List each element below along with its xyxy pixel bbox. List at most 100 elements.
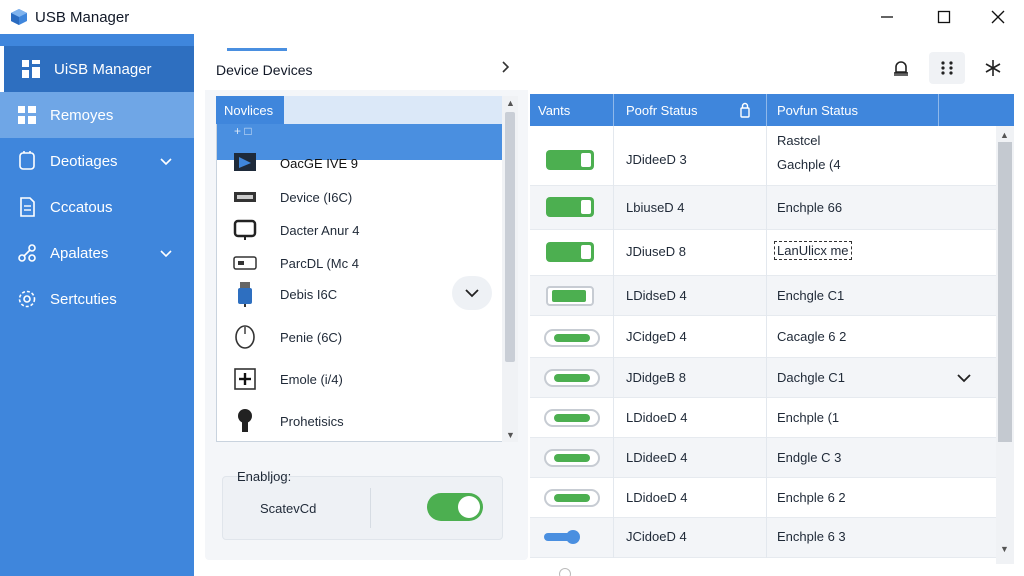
- row-toggle[interactable]: [546, 242, 594, 262]
- power-status-cell-top: Rastcel: [777, 133, 821, 148]
- plus-icon: [232, 366, 258, 392]
- sidebar-item-label: Apalates: [50, 244, 109, 262]
- list-item-label: Device (I6C): [280, 189, 353, 205]
- table-scroll-thumb[interactable]: [998, 142, 1012, 442]
- row-toggle[interactable]: [544, 449, 600, 467]
- row-toggle[interactable]: [546, 286, 594, 306]
- port-status-cell: LDidoeD 4: [626, 410, 688, 425]
- scroll-up-icon[interactable]: ▲: [1000, 130, 1009, 140]
- close-button[interactable]: [975, 0, 1021, 34]
- table-row[interactable]: [530, 230, 996, 276]
- port-status-cell: LDidoeD 4: [626, 490, 688, 505]
- power-status-cell: Endgle C 3: [777, 450, 842, 465]
- enable-label: Enabljog:: [237, 469, 292, 484]
- device-icon: [16, 150, 38, 172]
- column-separator: [766, 94, 767, 126]
- device-list-header: [284, 96, 502, 124]
- column-header-power-status[interactable]: Povfun Status: [777, 94, 858, 126]
- chevron-down-icon[interactable]: [160, 153, 172, 170]
- scroll-down-icon[interactable]: ▼: [506, 430, 515, 440]
- column-header-port-status[interactable]: Poofr Status: [626, 94, 698, 126]
- list-item[interactable]: Penie (6C): [232, 322, 342, 352]
- device-list-scroll-thumb[interactable]: [505, 112, 515, 362]
- list-item[interactable]: Prohetisics: [232, 406, 344, 436]
- table-row[interactable]: [530, 126, 996, 186]
- gear-icon: [16, 288, 38, 310]
- row-toggle[interactable]: [544, 489, 600, 507]
- bell-button[interactable]: [883, 52, 919, 84]
- sidebar-item-label: Remoyes: [50, 106, 114, 124]
- power-status-cell-editing[interactable]: LanUlicx me: [774, 241, 852, 260]
- list-item[interactable]: OacGE IVE 9: [232, 148, 358, 178]
- sidebar-item-deotiages[interactable]: Deotiages: [0, 138, 194, 184]
- port-status-cell: JDiuseD 8: [626, 244, 686, 259]
- mouse-icon: [232, 324, 258, 350]
- maximize-icon: [937, 10, 951, 24]
- power-status-cell: Enchple 6 2: [777, 490, 846, 505]
- list-item[interactable]: Emole (i/4): [232, 364, 343, 394]
- sidebar-item-usb-manager[interactable]: UiSB Manager: [0, 46, 194, 92]
- power-status-cell: Cacagle 6 2: [777, 329, 847, 344]
- row-toggle[interactable]: [546, 197, 594, 217]
- row-slider[interactable]: [544, 530, 580, 544]
- sidebar-item-apalates[interactable]: Apalates: [0, 230, 194, 276]
- power-status-cell: Enchple 66: [777, 200, 843, 215]
- sidebar-item-remoyes[interactable]: Remoyes: [0, 92, 194, 138]
- settings-star-button[interactable]: [975, 52, 1011, 84]
- port-status-cell: JDidgeB 8: [626, 370, 686, 385]
- devices-panel-title: Device Devices: [216, 62, 313, 78]
- row-expand-button[interactable]: [957, 370, 971, 386]
- enable-toggle[interactable]: [427, 493, 483, 521]
- sidebar-item-sertcuties[interactable]: Sertcuties: [0, 276, 194, 322]
- port-status-cell: JCidoeD 4: [626, 529, 687, 544]
- drive-icon: [232, 250, 258, 276]
- sidebar-item-label: UiSB Manager: [54, 60, 152, 78]
- column-divider: [613, 126, 614, 558]
- list-dropdown-button[interactable]: [452, 276, 492, 310]
- row-toggle[interactable]: [544, 369, 600, 387]
- table-row[interactable]: [530, 186, 996, 230]
- lock-icon: [740, 94, 750, 126]
- document-icon: [16, 196, 38, 218]
- apps-button[interactable]: [929, 52, 965, 84]
- usb-stick-icon: [232, 281, 258, 307]
- table-header: [530, 94, 1014, 126]
- sidebar-item-cccatous[interactable]: Cccatous: [0, 184, 194, 230]
- row-toggle[interactable]: [544, 409, 600, 427]
- header-accent: [227, 48, 287, 51]
- column-separator: [613, 94, 614, 126]
- dashboard-icon: [20, 58, 42, 80]
- list-back-label[interactable]: + □: [234, 124, 252, 138]
- sidebar-item-label: Cccatous: [50, 198, 113, 216]
- port-status-cell: JDideeD 3: [626, 152, 687, 167]
- list-item-label: Dacter Anur 4: [280, 222, 360, 238]
- app-logo-icon: [11, 9, 27, 25]
- port-status-cell: LDidseD 4: [626, 288, 687, 303]
- sidebar-item-label: Sertcuties: [50, 290, 117, 308]
- row-toggle[interactable]: [546, 150, 594, 170]
- title-bar: USB Manager: [0, 0, 1024, 34]
- divider: [370, 488, 371, 528]
- chevron-right-icon[interactable]: [502, 60, 510, 76]
- row-toggle[interactable]: [544, 329, 600, 347]
- resize-handle[interactable]: [559, 568, 571, 576]
- card-reader-icon: [232, 184, 258, 210]
- scroll-down-icon[interactable]: ▼: [1000, 544, 1009, 554]
- chevron-down-icon[interactable]: [160, 245, 172, 262]
- table-row[interactable]: [530, 276, 996, 316]
- list-item[interactable]: Dacter Anur 4: [232, 215, 360, 245]
- list-item[interactable]: Debis I6C: [232, 279, 337, 309]
- minimize-button[interactable]: [864, 0, 910, 34]
- list-item-label: Penie (6C): [280, 329, 343, 345]
- close-icon: [991, 10, 1005, 24]
- maximize-button[interactable]: [921, 0, 967, 34]
- list-item[interactable]: Device (I6C): [232, 182, 352, 212]
- power-status-cell: Enchple 6 3: [777, 529, 846, 544]
- chevron-down-icon: [465, 288, 479, 297]
- list-item[interactable]: ParcDL (Mc 4: [232, 248, 359, 278]
- device-list-tab[interactable]: Novlices: [216, 96, 284, 124]
- column-header-vants[interactable]: Vants: [538, 94, 570, 126]
- table-row[interactable]: [530, 518, 996, 558]
- dots-grid-icon: [941, 61, 953, 75]
- scroll-up-icon[interactable]: ▲: [506, 98, 515, 108]
